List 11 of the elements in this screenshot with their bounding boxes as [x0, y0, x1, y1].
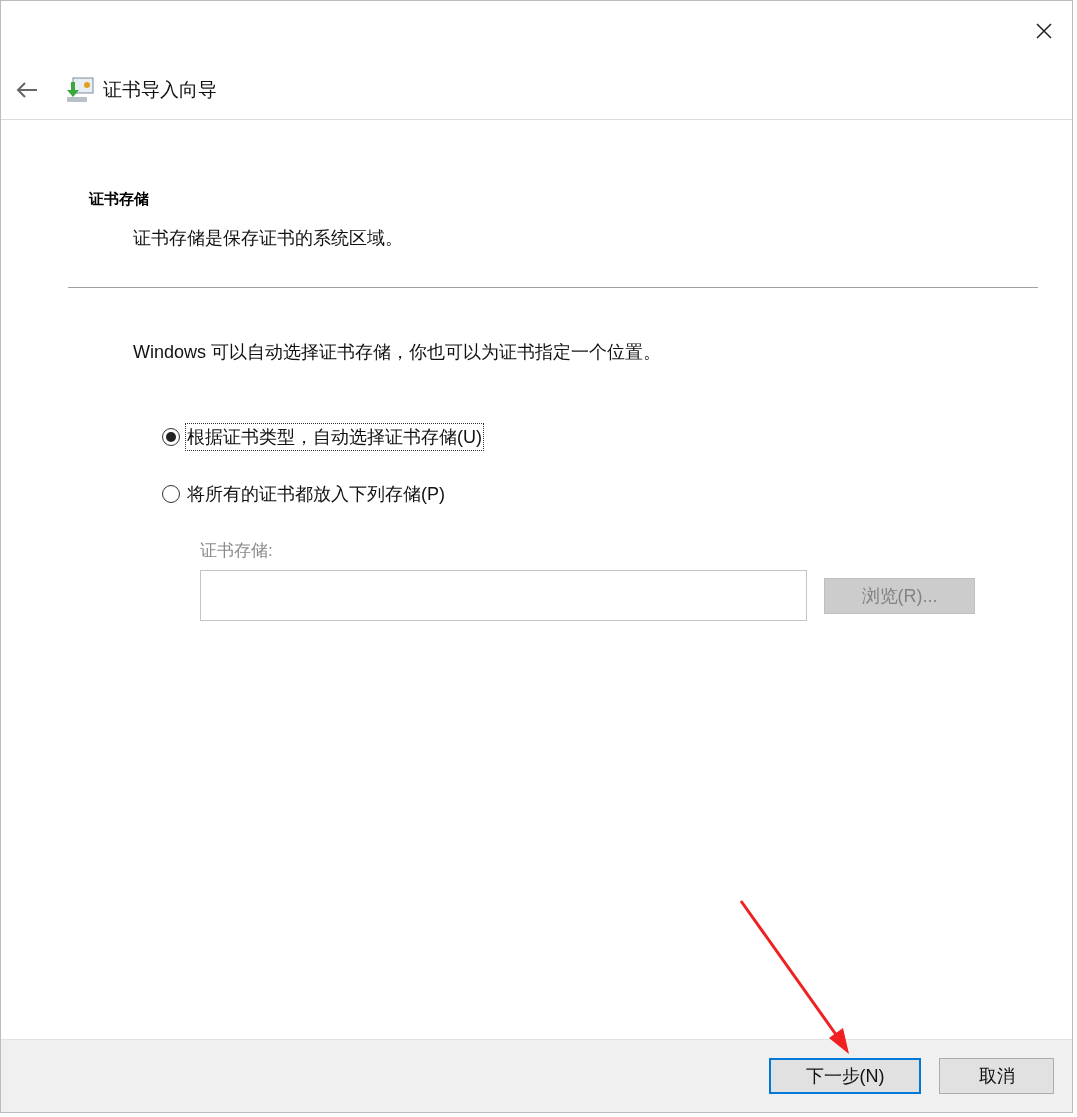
- certificate-icon: [65, 76, 95, 104]
- cancel-button[interactable]: 取消: [939, 1058, 1054, 1094]
- back-arrow-icon[interactable]: [15, 81, 39, 99]
- window-title: 证书导入向导: [103, 78, 217, 102]
- next-button[interactable]: 下一步(N): [769, 1058, 921, 1094]
- intro-text: Windows 可以自动选择证书存储，你也可以为证书指定一个位置。: [133, 341, 663, 364]
- radio-label[interactable]: 根据证书类型，自动选择证书存储(U): [185, 423, 484, 451]
- field-label: 证书存储:: [200, 540, 274, 562]
- radio-label[interactable]: 将所有的证书都放入下列存储(P): [185, 480, 447, 508]
- page-description: 证书存储是保存证书的系统区域。: [133, 227, 404, 250]
- page-heading: 证书存储: [89, 190, 150, 209]
